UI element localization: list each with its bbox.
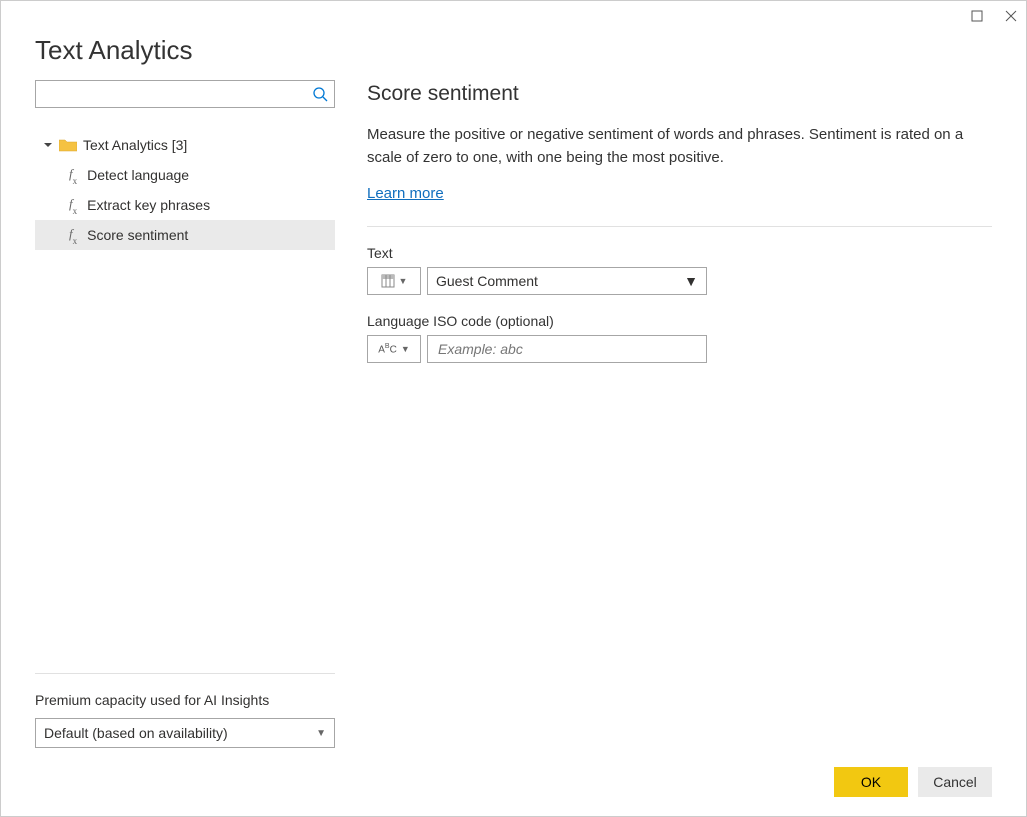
text-field-row: ▼ Guest Comment ▼ (367, 267, 992, 295)
dialog-window: Text Analytics Text Analytics [3] (0, 0, 1027, 817)
maximize-button[interactable] (970, 9, 984, 23)
tree-item-detect-language[interactable]: fx Detect language (35, 160, 335, 190)
text-type-selector[interactable]: ▼ (367, 267, 421, 295)
section-title: Score sentiment (367, 82, 992, 106)
chevron-down-icon: ▼ (399, 276, 408, 286)
tree-item-label: Detect language (87, 167, 189, 183)
text-field-dropdown[interactable]: Guest Comment ▼ (427, 267, 707, 295)
divider (367, 226, 992, 227)
function-tree: Text Analytics [3] fx Detect language fx… (35, 130, 335, 673)
language-input[interactable] (436, 340, 698, 358)
text-field-label: Text (367, 245, 992, 261)
close-button[interactable] (1004, 9, 1018, 23)
premium-value: Default (based on availability) (44, 725, 228, 741)
fx-icon: fx (69, 196, 77, 214)
chevron-down-icon (43, 140, 53, 150)
search-input[interactable] (42, 86, 312, 103)
language-field-row: ABC ▼ (367, 335, 992, 363)
search-box[interactable] (35, 80, 335, 108)
fx-icon: fx (69, 166, 77, 184)
search-icon (312, 86, 328, 102)
tree-item-extract-key-phrases[interactable]: fx Extract key phrases (35, 190, 335, 220)
title-bar (1, 1, 1026, 31)
learn-more-link[interactable]: Learn more (367, 185, 992, 202)
premium-label: Premium capacity used for AI Insights (35, 692, 335, 708)
language-field-input-wrap (427, 335, 707, 363)
tree-item-label: Extract key phrases (87, 197, 210, 213)
premium-capacity-dropdown[interactable]: Default (based on availability) ▼ (35, 718, 335, 748)
text-type-icon: ABC (378, 343, 397, 355)
ok-button[interactable]: OK (834, 767, 908, 797)
language-type-selector[interactable]: ABC ▼ (367, 335, 421, 363)
right-panel: Score sentiment Measure the positive or … (335, 80, 992, 748)
fx-icon: fx (69, 226, 77, 244)
text-field-value: Guest Comment (436, 273, 538, 289)
tree-item-score-sentiment[interactable]: fx Score sentiment (35, 220, 335, 250)
tree-root-label: Text Analytics [3] (83, 137, 187, 153)
language-field-label: Language ISO code (optional) (367, 313, 992, 329)
premium-section: Premium capacity used for AI Insights De… (35, 673, 335, 748)
dialog-body: Text Analytics [3] fx Detect language fx… (1, 80, 1026, 748)
tree-root-text-analytics[interactable]: Text Analytics [3] (35, 130, 335, 160)
cancel-button[interactable]: Cancel (918, 767, 992, 797)
tree-item-label: Score sentiment (87, 227, 188, 243)
section-description: Measure the positive or negative sentime… (367, 124, 992, 169)
left-panel: Text Analytics [3] fx Detect language fx… (35, 80, 335, 748)
chevron-down-icon: ▼ (316, 728, 326, 739)
dialog-title: Text Analytics (1, 31, 1026, 80)
column-icon (381, 274, 395, 288)
chevron-down-icon: ▼ (684, 273, 698, 289)
chevron-down-icon: ▼ (401, 344, 410, 354)
dialog-footer: OK Cancel (1, 748, 1026, 816)
folder-icon (59, 138, 77, 152)
